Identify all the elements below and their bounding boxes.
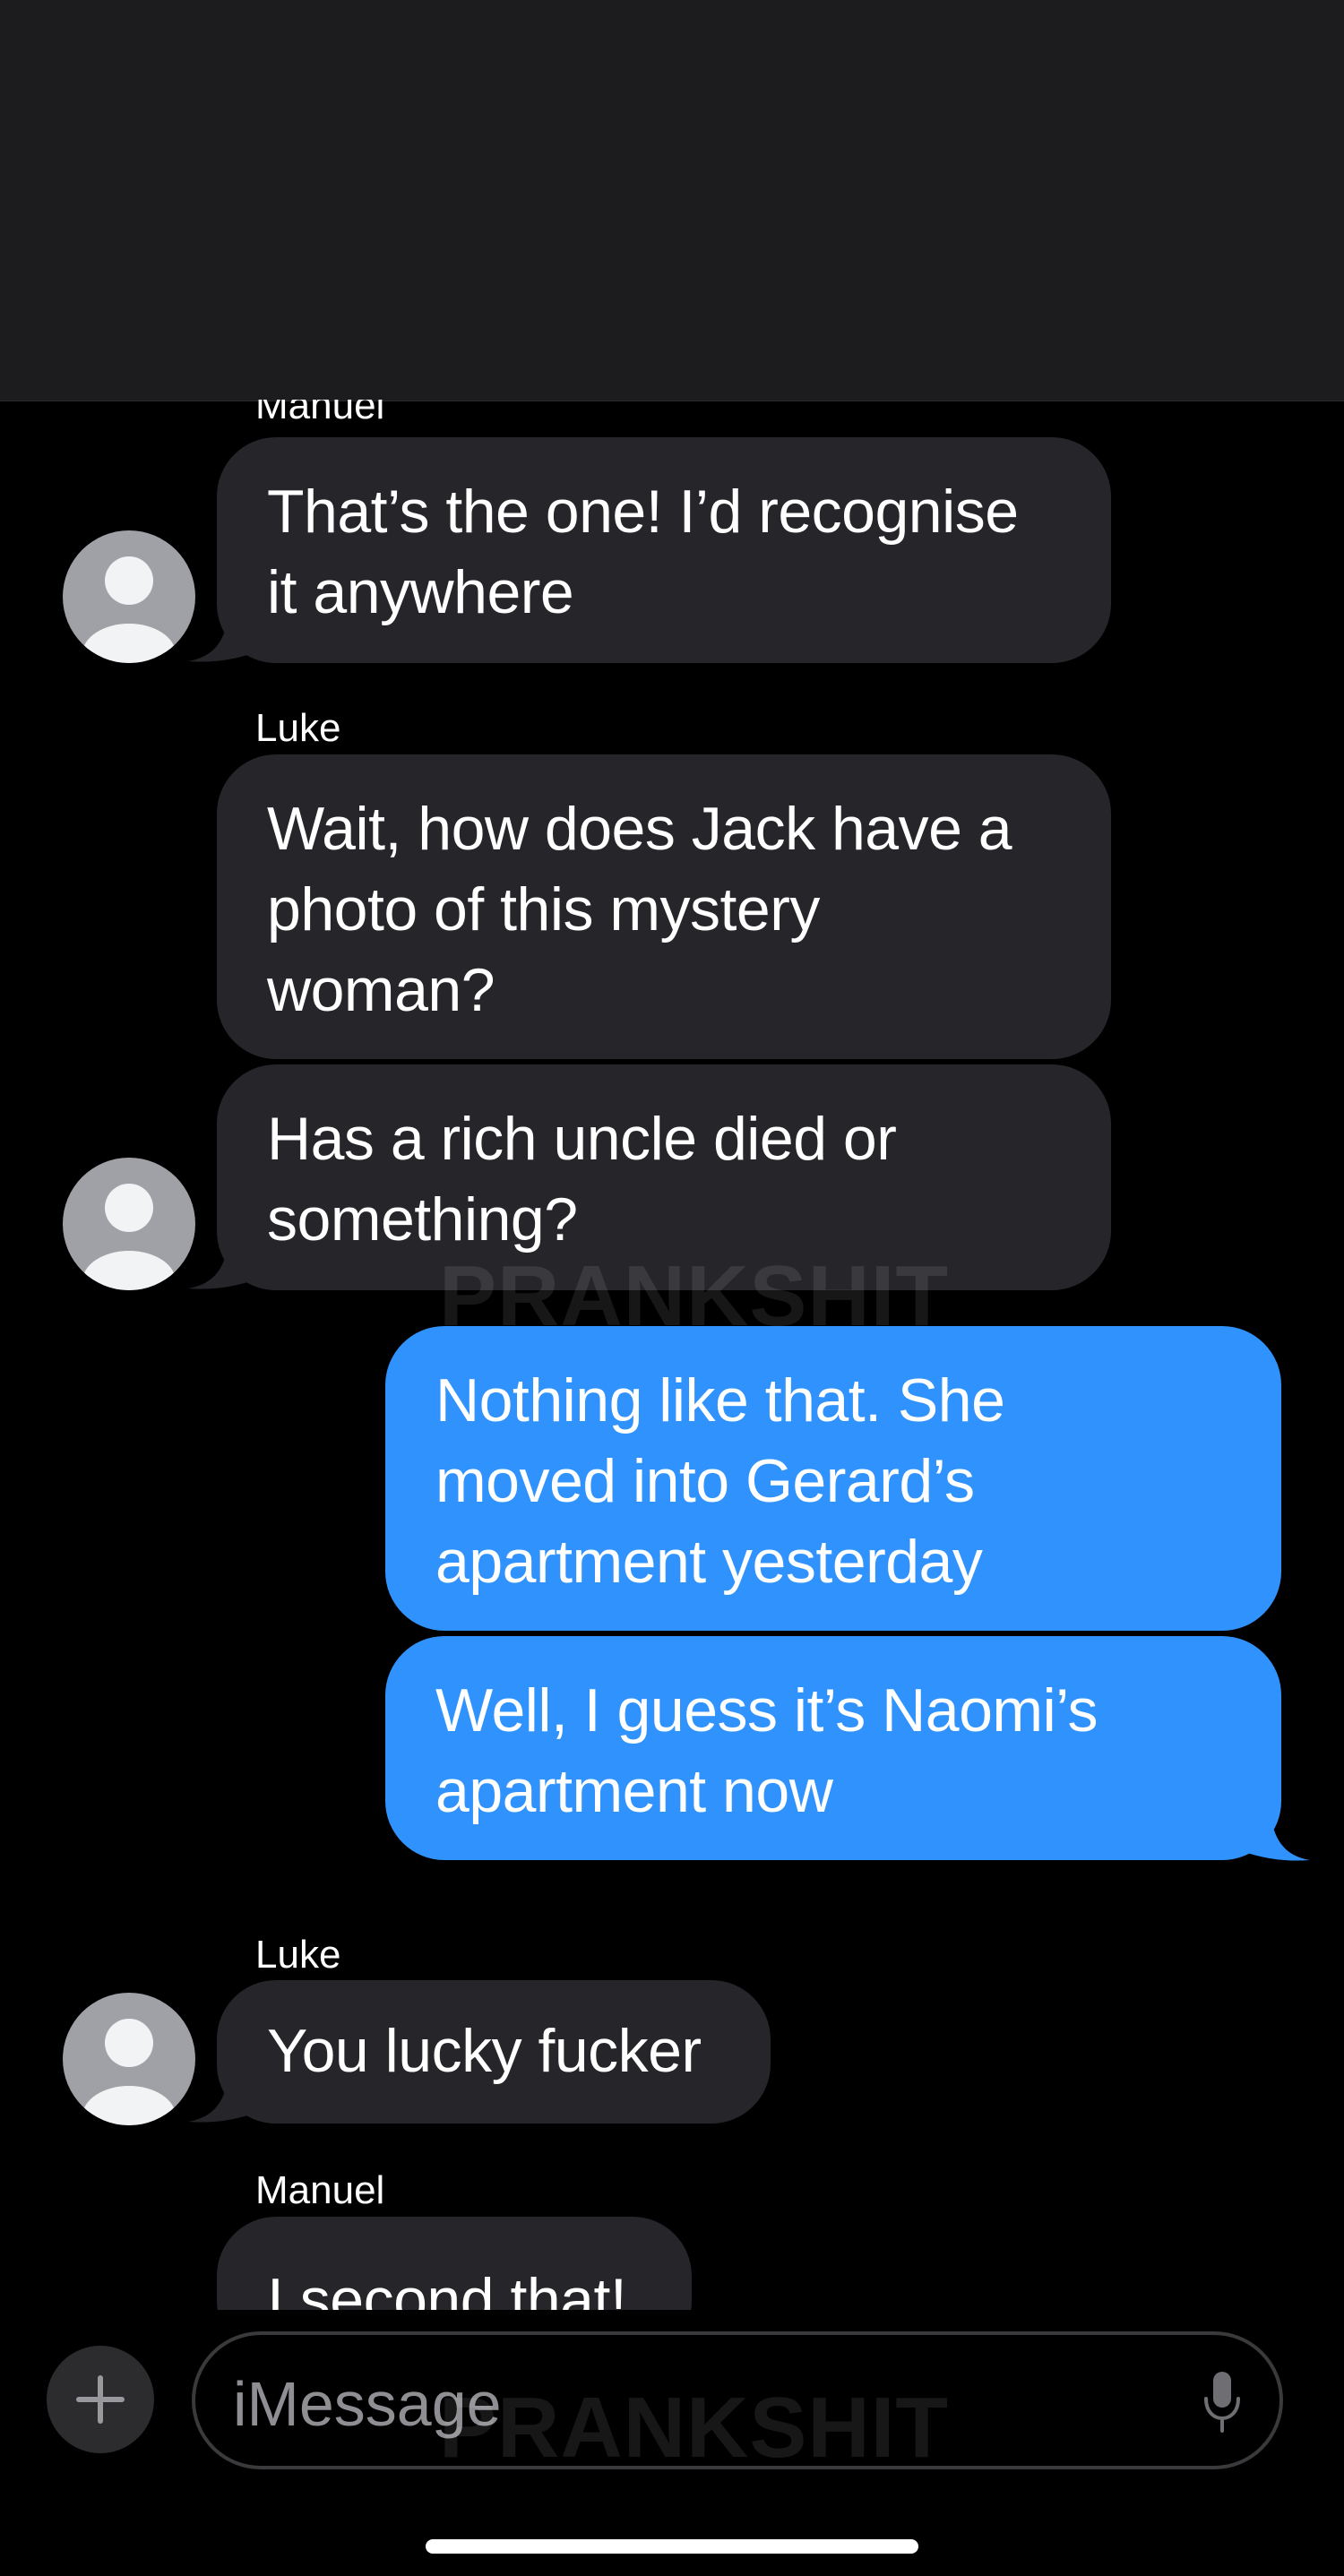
message-text-line: apartment now xyxy=(435,1757,833,1825)
message-text-line: Well, I guess it’s Naomi’s xyxy=(435,1676,1098,1745)
message-bubble[interactable]: Wait, how does Jack have a photo of this… xyxy=(217,754,1111,1059)
message-text-line: Wait, how does Jack have a xyxy=(267,795,1012,863)
sender-name: Luke xyxy=(255,1933,341,1977)
message-text-line: You lucky fucker xyxy=(267,2017,702,2085)
message-text-line: moved into Gerard’s xyxy=(435,1447,975,1515)
contact-avatar[interactable] xyxy=(63,530,195,663)
message-bubble-outgoing[interactable]: Nothing like that. She moved into Gerard… xyxy=(385,1326,1281,1631)
sender-name: Manuel xyxy=(255,383,385,427)
back-chevron-icon[interactable] xyxy=(50,194,113,274)
home-indicator xyxy=(426,2539,918,2554)
watermark: PRANKSHIT xyxy=(439,2380,950,2476)
sender-name: Manuel xyxy=(255,2168,385,2212)
message-text-line: photo of this mystery xyxy=(267,875,820,943)
plus-icon[interactable] xyxy=(47,2346,154,2453)
conversation-title-text[interactable]: Bachelor Bros xyxy=(517,322,798,372)
message-text-line: apartment yesterday xyxy=(435,1528,983,1596)
microphone-icon[interactable] xyxy=(1201,2370,1244,2434)
message-bubble[interactable]: That’s the one! I’d recognise it anywher… xyxy=(217,437,1111,663)
message-bubble[interactable]: You lucky fucker xyxy=(217,1980,771,2124)
battery-icon xyxy=(1165,61,1253,102)
message-text-line: Has a rich uncle died or xyxy=(267,1105,897,1173)
signal-strength-icon xyxy=(1020,66,1079,99)
message-bubble-outgoing[interactable]: Well, I guess it’s Naomi’s apartment now xyxy=(385,1636,1281,1860)
status-time: 15:33 xyxy=(125,53,259,113)
watermark: PRANKSHIT xyxy=(439,28,950,124)
message-text-line: woman? xyxy=(267,956,495,1024)
network-type: 3G xyxy=(1093,60,1149,107)
contact-avatar[interactable] xyxy=(63,1158,195,1290)
watermark: PRANKSHIT xyxy=(439,1248,950,1344)
contact-avatar[interactable] xyxy=(63,1993,195,2125)
conversation-title[interactable]: Bachelor Bros xyxy=(0,321,1344,373)
video-call-icon[interactable] xyxy=(1167,204,1256,262)
message-text-line: it anywhere xyxy=(267,558,574,626)
sender-name: Luke xyxy=(255,706,341,750)
chevron-right-icon xyxy=(807,335,824,365)
message-text-line: That’s the one! I’d recognise xyxy=(267,478,1019,546)
group-avatar[interactable] xyxy=(581,167,763,303)
message-text-line: Nothing like that. She xyxy=(435,1366,1005,1434)
